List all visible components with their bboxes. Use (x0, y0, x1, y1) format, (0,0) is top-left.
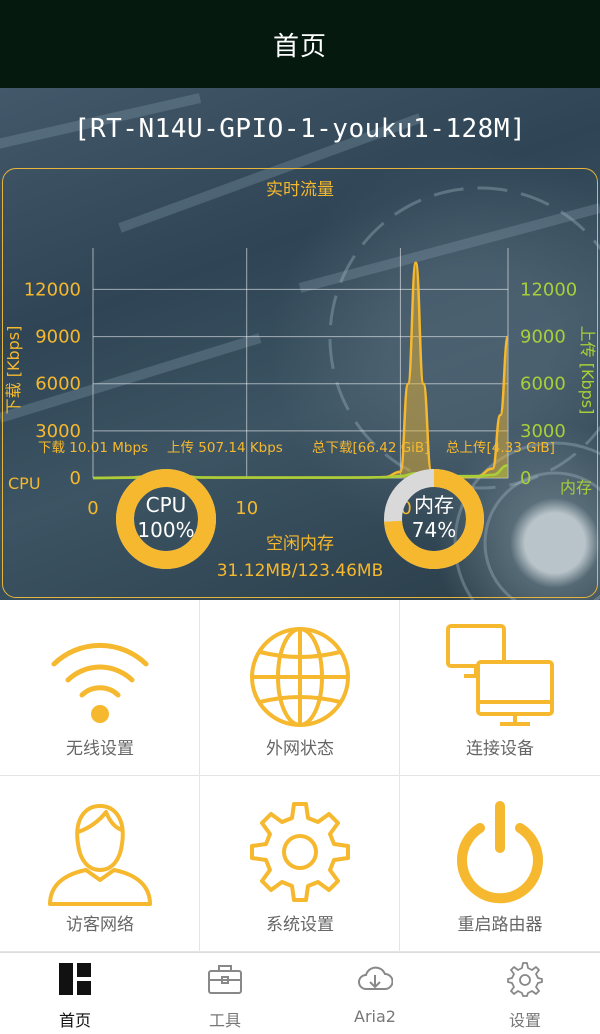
tile-wan-status[interactable]: 外网状态 (200, 600, 400, 776)
memory-label: 内存 (559, 478, 592, 497)
tile-label: 无线设置 (66, 739, 134, 759)
total-download: 总下载[66.42 GiB] (312, 440, 430, 456)
cpu-gauge: CPU 100% (115, 468, 217, 570)
tile-system-settings[interactable]: 系统设置 (200, 776, 400, 952)
bottom-nav: 首页 工具 Aria2 设置 (0, 952, 600, 1034)
tile-label: 系统设置 (266, 915, 334, 935)
nav-settings[interactable]: 设置 (450, 953, 600, 1034)
x-tick: 0 (87, 498, 98, 519)
y-tick-right: 12000 (520, 279, 577, 300)
tile-label: 访客网络 (66, 915, 134, 935)
tile-label: 外网状态 (266, 739, 334, 759)
y-axis-label-left: 下载 [Kbps] (4, 326, 23, 415)
free-memory-label: 空闲内存 (266, 534, 334, 554)
toolbox-icon (208, 965, 242, 994)
tile-wireless-settings[interactable]: 无线设置 (0, 600, 200, 776)
globe-icon (250, 627, 350, 727)
app-header: 首页 (0, 0, 600, 88)
gear-icon (250, 802, 350, 902)
nav-label: Aria2 (354, 1007, 396, 1026)
status-panel: [RT-N14U-GPIO-1-youku1-128M] 0 0 3000 3000 6… (0, 88, 600, 600)
chart-title: 实时流量 (266, 180, 334, 200)
y-tick-left: 9000 (35, 327, 81, 348)
devices-icon (446, 624, 554, 726)
memory-gauge-title: 内存 (414, 493, 454, 517)
y-tick-right: 9000 (520, 327, 566, 348)
y-tick-left: 12000 (24, 279, 81, 300)
tile-reboot-router[interactable]: 重启路由器 (400, 776, 600, 952)
nav-aria2[interactable]: Aria2 (300, 953, 450, 1034)
dashboard-icon (59, 963, 91, 995)
nav-label: 工具 (208, 1011, 241, 1030)
x-tick: 10 (235, 498, 258, 519)
function-grid: 无线设置 外网状态 连接设备 访客网络 系统设置 重启路由器 (0, 600, 600, 952)
upload-rate: 上传 507.14 Kbps (167, 440, 283, 456)
y-tick-left: 6000 (35, 374, 81, 395)
cpu-gauge-title: CPU (145, 493, 187, 517)
nav-tools[interactable]: 工具 (150, 953, 300, 1034)
memory-gauge: 内存 74% (383, 468, 485, 570)
nav-home[interactable]: 首页 (0, 953, 150, 1034)
tile-guest-network[interactable]: 访客网络 (0, 776, 200, 952)
free-memory-value: 31.12MB/123.46MB (216, 561, 384, 581)
wifi-icon (51, 642, 149, 723)
y-tick-right: 6000 (520, 374, 566, 395)
page-title: 首页 (272, 31, 327, 62)
y-tick-left: 0 (70, 468, 81, 489)
traffic-chart: 0 03000 30006000 60009000 900012000 120000 10 2… (4, 180, 597, 519)
nav-label: 设置 (508, 1011, 541, 1030)
cloud-download-icon (358, 966, 393, 990)
download-rate: 下载 10.01 Mbps (38, 440, 149, 456)
tile-label: 连接设备 (466, 739, 534, 759)
guest-user-icon (48, 804, 152, 906)
power-icon (457, 801, 543, 904)
y-axis-label-right: 上传 [Kbps] (578, 326, 597, 415)
tile-label: 重启路由器 (457, 915, 543, 935)
settings-icon (507, 962, 543, 997)
y-tick-right: 0 (520, 468, 531, 489)
total-upload: 总上传[4.33 GiB] (446, 440, 555, 456)
cpu-label: CPU (8, 474, 41, 493)
tile-connected-devices[interactable]: 连接设备 (400, 600, 600, 776)
nav-label: 首页 (58, 1011, 91, 1030)
